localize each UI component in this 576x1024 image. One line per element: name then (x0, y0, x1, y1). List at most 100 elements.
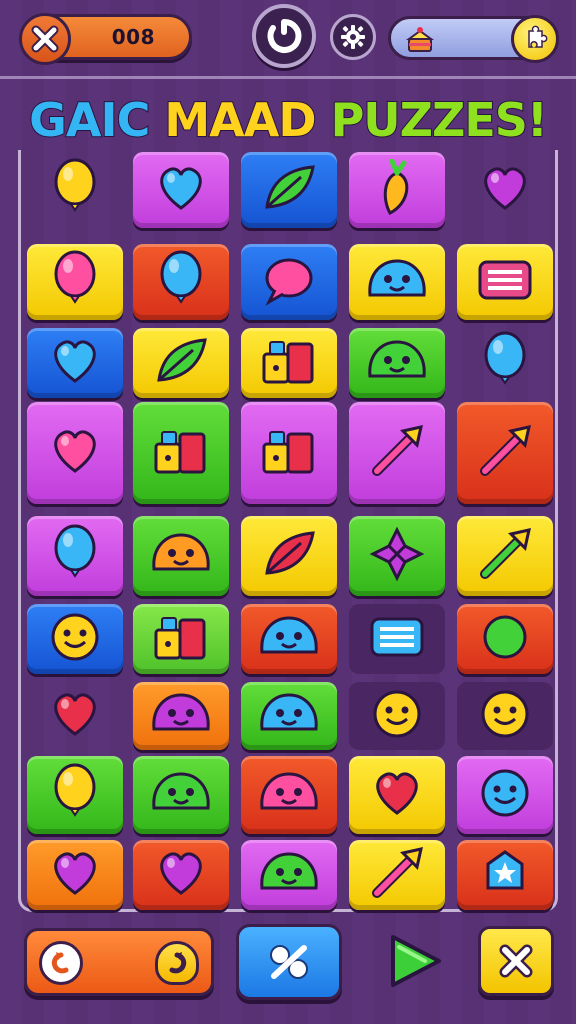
score-pill: 008 (19, 13, 192, 65)
crossed-tools-icon (367, 423, 427, 483)
board-tile[interactable] (241, 516, 337, 596)
shuffle-button[interactable] (236, 924, 342, 1000)
board-tile[interactable] (133, 604, 229, 674)
blue-balloon-icon (156, 250, 206, 314)
green-monster-icon (148, 768, 214, 822)
purple-monster-icon (148, 689, 214, 743)
blue-fish-icon (364, 255, 430, 309)
board-tile[interactable] (349, 402, 445, 504)
board-tile[interactable] (349, 328, 445, 398)
green-arrow-icon (475, 526, 535, 586)
board-tile[interactable] (27, 604, 123, 674)
red-leaf-cherry-icon (261, 529, 317, 583)
toy-blocks-icon (150, 422, 212, 484)
board-tile[interactable] (27, 840, 123, 910)
blue-monster-icon (256, 689, 322, 743)
pink-arrow-icon (367, 845, 427, 905)
settings-button[interactable] (330, 14, 376, 60)
score-value: 008 (111, 25, 155, 49)
title-part-1: GAIC (28, 92, 165, 148)
green-smile-icon (480, 612, 530, 666)
pink-toy-icon (258, 332, 320, 394)
board-tile[interactable] (241, 152, 337, 228)
board-tile[interactable] (241, 604, 337, 674)
close-button[interactable] (19, 13, 71, 65)
pink-blob-icon (256, 768, 322, 822)
pink-balloon-icon (50, 250, 100, 314)
cake-icon (405, 27, 435, 52)
board-tile[interactable] (457, 328, 553, 398)
board-tile[interactable] (457, 682, 553, 750)
board-tile[interactable] (27, 244, 123, 320)
board-tile[interactable] (27, 516, 123, 596)
board-tile[interactable] (241, 756, 337, 834)
board-tile[interactable] (27, 328, 123, 398)
board-tile[interactable] (457, 244, 553, 320)
board-tile[interactable] (349, 756, 445, 834)
board-tile[interactable] (133, 840, 229, 910)
board-tile[interactable] (133, 756, 229, 834)
board-tile[interactable] (241, 402, 337, 504)
close-x-icon (31, 25, 59, 53)
board-tile[interactable] (349, 682, 445, 750)
speech-bubble-icon (261, 254, 317, 310)
purple-heart-icon (155, 849, 207, 901)
board-tile[interactable] (349, 244, 445, 320)
board-tile[interactable] (457, 756, 553, 834)
board-tile[interactable] (241, 840, 337, 910)
puzzle-button[interactable] (511, 15, 559, 63)
board-tile[interactable] (241, 682, 337, 750)
board-tile[interactable] (457, 516, 553, 596)
blue-heart-icon (49, 337, 101, 389)
board-tile[interactable] (133, 152, 229, 228)
redo-button[interactable] (155, 941, 199, 985)
game-board (18, 150, 558, 912)
board-tile[interactable] (133, 244, 229, 320)
yellow-balloon-icon (50, 158, 100, 222)
board-tile[interactable] (133, 328, 229, 398)
board-tile[interactable] (241, 244, 337, 320)
board-tile[interactable] (349, 604, 445, 674)
yellow-balloon-icon (50, 763, 100, 827)
board-tile[interactable] (349, 152, 445, 228)
title-part-3: PUZZES! (330, 92, 549, 148)
board-tile[interactable] (133, 402, 229, 504)
close-x-icon (499, 944, 533, 978)
quit-button[interactable] (478, 926, 554, 996)
blue-cloud-icon (256, 612, 322, 666)
toy-blocks-icon (258, 422, 320, 484)
undo-arrow-icon (51, 952, 69, 974)
board-tile[interactable] (349, 840, 445, 910)
board-tile[interactable] (27, 152, 123, 228)
board-tile[interactable] (133, 516, 229, 596)
title-part-2: MAAD (163, 92, 331, 148)
board-tile[interactable] (241, 328, 337, 398)
board-tile[interactable] (457, 604, 553, 674)
blue-star-icon (480, 848, 530, 902)
center-power-button[interactable] (252, 4, 316, 68)
board-tile[interactable] (27, 756, 123, 834)
blue-list-icon (368, 613, 426, 665)
board-tile[interactable] (457, 152, 553, 228)
board-tile[interactable] (133, 682, 229, 750)
green-play-icon (391, 935, 441, 987)
board-tile[interactable] (27, 402, 123, 504)
board-tile[interactable] (349, 516, 445, 596)
board-tile[interactable] (27, 682, 123, 750)
shuffle-icon (270, 945, 308, 979)
undo-button[interactable] (39, 941, 83, 985)
game-title: GAIC MAAD PUZZES! (0, 90, 576, 150)
play-button[interactable] (384, 928, 446, 994)
blue-balloon-icon (50, 524, 100, 588)
power-refresh-icon (267, 18, 302, 53)
green-leaf-icon (153, 336, 209, 390)
gear-icon (341, 25, 365, 49)
booster-pill[interactable] (388, 15, 559, 63)
blue-balloon-icon (480, 331, 530, 395)
red-heart-icon (49, 690, 101, 742)
green-leaf-icon (261, 163, 317, 217)
board-tile[interactable] (457, 402, 553, 504)
blue-heart-splash-icon (155, 164, 207, 216)
board-tile[interactable] (457, 840, 553, 910)
top-bar: 008 (0, 0, 576, 76)
